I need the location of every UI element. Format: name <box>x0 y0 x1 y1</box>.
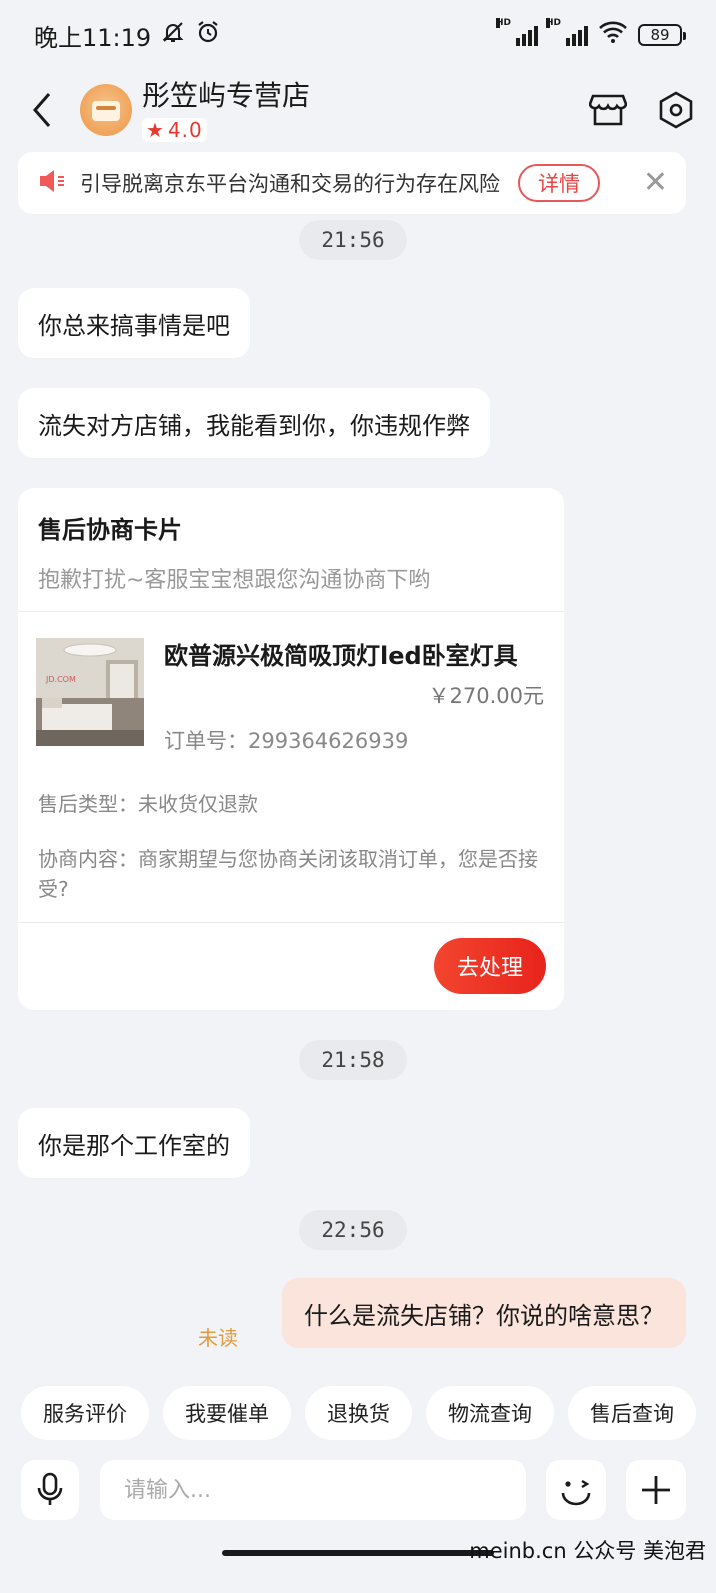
order-number: 订单号：299364626939 <box>164 729 409 753</box>
wifi-icon <box>598 20 628 50</box>
quick-action-return-exchange[interactable]: 退换货 <box>305 1386 412 1440</box>
alarm-icon <box>195 19 221 51</box>
divider <box>18 611 564 612</box>
watermark-text: meinb.cn 公众号 美泡君 <box>469 1539 706 1563</box>
after-sales-card: 售后协商卡片 抱歉打扰~客服宝宝想跟您沟通协商下哟 JD.COM 欧普源兴极简吸… <box>18 488 564 1010</box>
image-watermark-text: JD.COM <box>45 675 76 684</box>
ceiling-lamp-room-image: JD.COM <box>36 638 144 746</box>
risk-notice-banner: 引导脱离京东平台沟通和交易的行为存在风险 详情 ✕ <box>18 152 686 214</box>
quick-action-urge-order[interactable]: 我要催单 <box>163 1386 291 1440</box>
shop-avatar[interactable] <box>80 84 132 136</box>
shop-rating: ★ 4.0 <box>142 118 207 142</box>
quick-action-service-rating[interactable]: 服务评价 <box>21 1386 149 1440</box>
product-name[interactable]: 欧普源兴极简吸顶灯led卧室灯具 <box>164 636 518 671</box>
chat-header: 彤笠屿专营店 ★ 4.0 <box>0 70 716 150</box>
product-price: ￥270.00元 <box>428 684 544 708</box>
message-bubble[interactable]: 你是那个工作室的 <box>18 1108 250 1178</box>
settings-button[interactable] <box>656 90 696 130</box>
speaker-icon <box>38 168 66 198</box>
message-bubble[interactable]: 流失对方店铺，我能看到你，你违规作弊 <box>18 388 490 458</box>
unread-status: 未读 <box>198 1326 238 1350</box>
message-input[interactable] <box>100 1460 526 1520</box>
settings-hexagon-icon <box>659 91 693 129</box>
notice-text: 引导脱离京东平台沟通和交易的行为存在风险 <box>80 172 500 196</box>
shop-name: 彤笠屿专营店 <box>142 79 311 112</box>
card-subtitle: 抱歉打扰~客服宝宝想跟您沟通协商下哟 <box>38 568 431 593</box>
notice-detail-button[interactable]: 详情 <box>518 164 600 202</box>
hd-label: HD <box>546 18 562 28</box>
signal-icon-2: HD <box>546 18 588 46</box>
mute-bell-icon <box>161 20 185 50</box>
microphone-icon <box>37 1472 63 1505</box>
header-actions <box>588 90 696 130</box>
store-icon <box>589 94 627 126</box>
timestamp: 21:58 <box>299 1040 407 1080</box>
quick-action-logistics[interactable]: 物流查询 <box>426 1386 554 1440</box>
battery-indicator: 89 <box>638 24 686 46</box>
hd-label: HD <box>496 18 512 28</box>
divider <box>18 922 564 923</box>
process-button[interactable]: 去处理 <box>434 938 546 994</box>
product-image[interactable]: JD.COM <box>36 638 144 746</box>
negotiation-content: 协商内容：商家期望与您协商关闭该取消订单，您是否接受? <box>38 847 538 901</box>
message-bubble[interactable]: 你总来搞事情是吧 <box>18 288 250 358</box>
status-bar: 晚上11:19 HD HD 89 <box>0 0 716 70</box>
after-sale-type: 售后类型：未收货仅退款 <box>38 792 258 816</box>
status-left: 晚上11:19 <box>34 18 221 53</box>
signal-icon-1: HD <box>496 18 538 46</box>
emoji-button[interactable] <box>546 1460 606 1520</box>
timestamp: 21:56 <box>299 220 407 260</box>
star-icon: ★ <box>146 118 164 142</box>
input-row <box>0 1460 716 1522</box>
card-title: 售后协商卡片 <box>38 516 182 544</box>
battery-level: 89 <box>650 26 670 44</box>
rating-value: 4.0 <box>167 118 203 142</box>
more-button[interactable] <box>626 1460 686 1520</box>
chevron-left-icon <box>33 93 51 127</box>
timestamp: 22:56 <box>299 1210 407 1250</box>
wink-emoji-icon <box>561 1479 591 1506</box>
close-icon[interactable]: ✕ <box>643 168 668 198</box>
store-button[interactable] <box>588 90 628 130</box>
quick-actions-row: 服务评价 我要催单 退换货 物流查询 售后查询 <box>0 1386 716 1440</box>
status-right: HD HD 89 <box>496 18 686 50</box>
shop-info[interactable]: 彤笠屿专营店 ★ 4.0 <box>142 78 310 142</box>
home-indicator[interactable] <box>222 1550 494 1556</box>
plus-icon <box>642 1476 670 1504</box>
voice-button[interactable] <box>21 1460 79 1520</box>
back-button[interactable] <box>20 80 64 140</box>
status-time: 晚上11:19 <box>34 23 152 52</box>
quick-action-after-sales[interactable]: 售后查询 <box>568 1386 696 1440</box>
my-message-bubble[interactable]: 什么是流失店铺？你说的啥意思？ <box>282 1278 686 1348</box>
